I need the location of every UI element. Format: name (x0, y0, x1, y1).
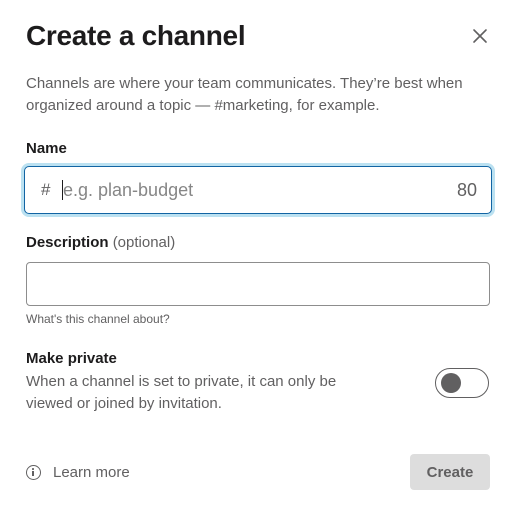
character-counter: 80 (456, 180, 477, 200)
description-input[interactable] (27, 263, 489, 305)
hash-prefix: # (41, 180, 51, 199)
channel-name-input[interactable] (63, 175, 423, 205)
close-icon (473, 29, 487, 43)
name-label: Name (26, 140, 67, 157)
learn-more-text: Learn more (53, 463, 130, 481)
dialog-intro: Channels are where your team communicate… (26, 75, 463, 114)
description-label: Description (optional) (26, 234, 175, 251)
learn-more-link[interactable]: Learn more (26, 462, 130, 482)
description-hint: What's this channel about? (26, 312, 170, 326)
optional-tag: (optional) (112, 234, 176, 251)
close-button[interactable] (468, 24, 492, 48)
make-private-label: Make private (26, 350, 117, 367)
description-label-text: Description (26, 234, 109, 251)
channel-name-field[interactable]: # 80 (24, 166, 492, 214)
toggle-knob (441, 373, 461, 393)
create-button[interactable]: Create (410, 454, 490, 490)
make-private-description: When a channel is set to private, it can… (26, 373, 337, 412)
description-field[interactable] (26, 262, 490, 306)
create-channel-dialog: Create a channel Channels are where your… (0, 0, 516, 509)
info-icon (26, 464, 41, 480)
dialog-title: Create a channel (26, 20, 246, 51)
make-private-toggle[interactable] (435, 368, 489, 398)
